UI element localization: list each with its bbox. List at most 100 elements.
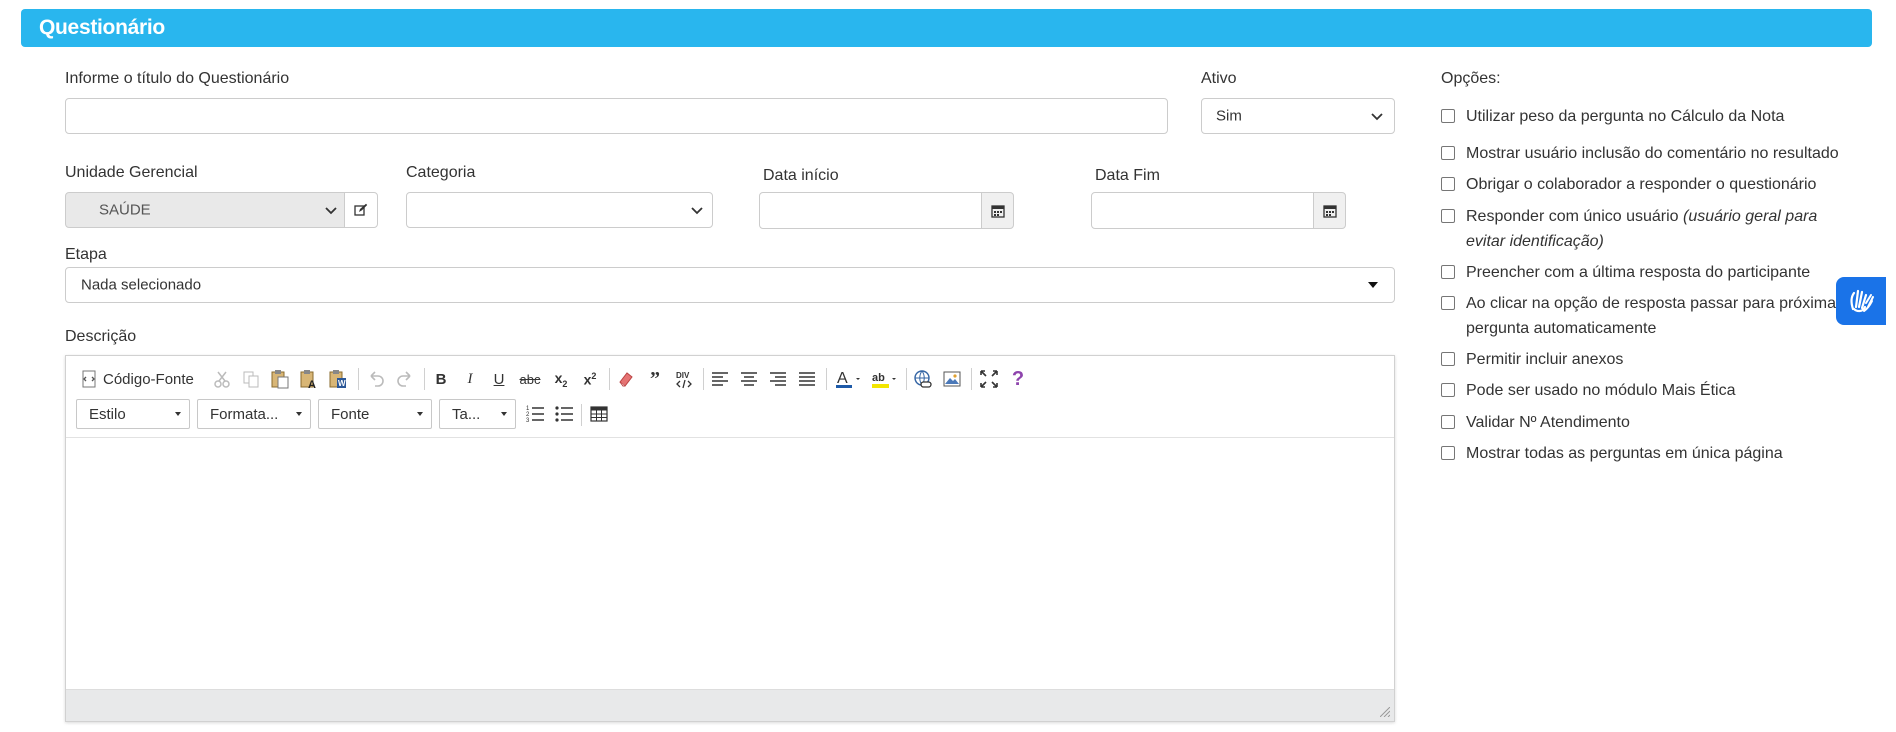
redo-icon (397, 371, 411, 387)
source-code-label: Código-Fonte (103, 370, 194, 388)
copy-button[interactable] (240, 367, 262, 391)
align-right-icon (770, 372, 786, 386)
style-combo[interactable]: Estilo (76, 399, 190, 429)
svg-text:DIV: DIV (676, 371, 690, 380)
cut-button[interactable] (211, 367, 233, 391)
font-combo-label: Fonte (331, 406, 370, 423)
categoria-select[interactable] (406, 192, 713, 228)
link-icon (914, 370, 932, 388)
justify-button[interactable] (796, 367, 818, 391)
options-title: Opções: (1441, 70, 1501, 87)
option-label: Preencher com a última resposta do parti… (1466, 264, 1811, 281)
paste-word-button[interactable]: W (327, 367, 349, 391)
data-fim-label: Data Fim (1095, 167, 1160, 184)
table-icon (590, 406, 608, 422)
svg-text:ab: ab (872, 372, 885, 384)
align-left-button[interactable] (709, 367, 731, 391)
source-code-button[interactable]: Código-Fonte (79, 367, 194, 391)
data-inicio-label: Data início (763, 167, 839, 184)
option-checkbox[interactable] (1441, 109, 1455, 123)
remove-format-icon (619, 372, 633, 387)
svg-text:A: A (837, 370, 848, 387)
format-combo[interactable]: Formata... (197, 399, 311, 429)
chevron-down-icon (325, 207, 337, 215)
undo-icon (370, 371, 384, 387)
etapa-select[interactable]: Nada selecionado (65, 267, 1395, 303)
superscript-button[interactable]: x2 (579, 367, 601, 391)
remove-format-button[interactable] (615, 367, 637, 391)
numbered-list-button[interactable]: 123 (524, 402, 546, 426)
paste-text-button[interactable]: A (298, 367, 320, 391)
option-label: Obrigar o colaborador a responder o ques… (1466, 176, 1817, 193)
data-inicio-input[interactable] (759, 192, 982, 229)
font-combo[interactable]: Fonte (318, 399, 432, 429)
caret-down-icon (296, 412, 302, 416)
numbered-list-icon: 123 (526, 406, 544, 424)
etapa-select-value: Nada selecionado (81, 276, 202, 294)
option-checkbox[interactable] (1441, 177, 1455, 191)
italic-icon: I (467, 370, 473, 387)
ativo-select[interactable]: Sim (1201, 98, 1395, 134)
option-checkbox[interactable] (1441, 415, 1455, 429)
size-combo[interactable]: Ta... (439, 399, 516, 429)
maximize-button[interactable] (978, 367, 1000, 391)
chevron-down-icon (1371, 113, 1383, 121)
option-checkbox[interactable] (1441, 146, 1455, 160)
toolbar-separator (424, 368, 425, 390)
maximize-icon (980, 370, 998, 388)
unidade-label: Unidade Gerencial (65, 164, 198, 181)
etapa-label: Etapa (65, 246, 107, 263)
title-input[interactable] (65, 98, 1168, 134)
svg-text:W: W (338, 379, 346, 388)
blockquote-button[interactable]: ” (644, 367, 666, 391)
option-label: Validar Nº Atendimento (1466, 414, 1630, 431)
ativo-select-value: Sim (1216, 107, 1242, 125)
bold-button[interactable]: B (430, 367, 452, 391)
underline-button[interactable]: U (488, 367, 510, 391)
unidade-select[interactable]: SAÚDE (65, 192, 345, 228)
strikethrough-button[interactable]: abc (517, 367, 543, 391)
redo-button[interactable] (394, 367, 416, 391)
subscript-icon: x2 (554, 369, 568, 389)
option-checkbox[interactable] (1441, 209, 1455, 223)
calendar-icon (990, 204, 1005, 218)
accessibility-button[interactable] (1836, 277, 1886, 325)
table-button[interactable] (588, 402, 610, 426)
help-button[interactable]: ? (1007, 367, 1029, 391)
option-checkbox[interactable] (1441, 446, 1455, 460)
data-fim-input[interactable] (1091, 192, 1314, 229)
caret-down-icon (417, 412, 423, 416)
paste-text-icon: A (300, 370, 316, 389)
data-fim-calendar-button[interactable] (1313, 192, 1346, 229)
text-color-button[interactable]: A (834, 367, 864, 391)
edit-unidade-button[interactable] (344, 192, 378, 228)
option-checkbox[interactable] (1441, 352, 1455, 366)
superscript-icon: x2 (583, 370, 597, 388)
toolbar-separator (703, 368, 704, 390)
option-checkbox[interactable] (1441, 383, 1455, 397)
italic-button[interactable]: I (459, 367, 481, 391)
align-right-button[interactable] (767, 367, 789, 391)
option-checkbox[interactable] (1441, 265, 1455, 279)
caret-down-icon (1368, 282, 1378, 288)
editor-content-area[interactable] (66, 439, 1394, 689)
title-label: Informe o título do Questionário (65, 70, 290, 87)
resize-handle-icon[interactable] (1380, 707, 1390, 717)
editor-toolbar: Código-Fonte A W B I U abc x2 x2 ” DIV A… (66, 356, 1394, 438)
bg-color-button[interactable]: ab (870, 367, 900, 391)
align-center-icon (741, 372, 757, 386)
image-button[interactable] (941, 367, 963, 391)
align-center-button[interactable] (738, 367, 760, 391)
option-label: Utilizar peso da pergunta no Cálculo da … (1466, 108, 1785, 125)
link-button[interactable] (912, 367, 934, 391)
undo-button[interactable] (365, 367, 387, 391)
descricao-label: Descrição (65, 328, 137, 345)
subscript-button[interactable]: x2 (550, 367, 572, 391)
strikethrough-icon: abc (519, 371, 541, 387)
data-inicio-calendar-button[interactable] (981, 192, 1014, 229)
ativo-label: Ativo (1201, 70, 1237, 87)
bulleted-list-button[interactable] (553, 402, 575, 426)
option-checkbox[interactable] (1441, 296, 1455, 310)
div-button[interactable]: DIV (673, 367, 695, 391)
paste-button[interactable] (269, 367, 291, 391)
